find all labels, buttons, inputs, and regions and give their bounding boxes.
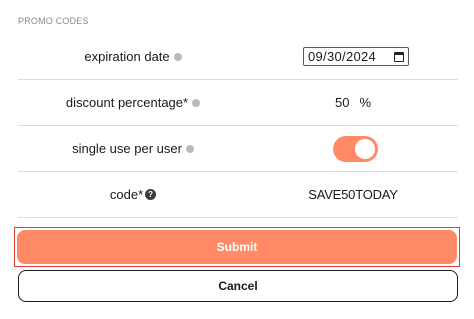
discount-percentage-input[interactable]: 50% (335, 95, 371, 110)
discount-percentage-value-cell: 50% (248, 80, 458, 125)
calendar-icon[interactable] (394, 51, 404, 62)
discount-percentage-label: discount percentage* (65, 95, 189, 110)
code-label-group: code* ? (18, 172, 248, 217)
expiration-date-label-group: expiration date (18, 34, 248, 79)
code-value-cell: SAVE50TODAY (248, 172, 458, 217)
percent-unit: % (359, 95, 372, 110)
info-icon[interactable] (173, 52, 182, 61)
help-icon[interactable]: ? (145, 189, 157, 200)
single-use-label: single use per user (72, 141, 182, 156)
single-use-toggle[interactable] (332, 135, 378, 162)
info-icon[interactable] (185, 144, 194, 153)
code-input[interactable]: SAVE50TODAY (308, 187, 398, 202)
promo-codes-section-title: PROMO CODES (18, 16, 89, 26)
code-label: code* (109, 187, 144, 202)
expiration-date-value-cell: 09/30/2024 (248, 34, 458, 79)
single-use-value-cell (248, 126, 458, 171)
single-use-label-group: single use per user (18, 126, 248, 171)
expiration-date-label: expiration date (84, 49, 170, 64)
discount-percentage-row: discount percentage* 50% (18, 80, 458, 126)
toggle-knob (354, 138, 375, 159)
code-row: code* ? SAVE50TODAY (18, 172, 458, 218)
submit-button[interactable]: Submit (17, 230, 457, 264)
expiration-date-text: 09/30/2024 (308, 49, 377, 64)
submit-focus-outline: Submit (14, 227, 460, 267)
discount-percentage-label-group: discount percentage* (18, 80, 248, 125)
info-icon[interactable] (192, 98, 201, 107)
single-use-row: single use per user (18, 126, 458, 172)
expiration-date-input[interactable]: 09/30/2024 (303, 47, 409, 66)
discount-percentage-value: 50 (334, 95, 350, 110)
cancel-button[interactable]: Cancel (18, 270, 458, 302)
expiration-date-row: expiration date 09/30/2024 (18, 34, 458, 80)
